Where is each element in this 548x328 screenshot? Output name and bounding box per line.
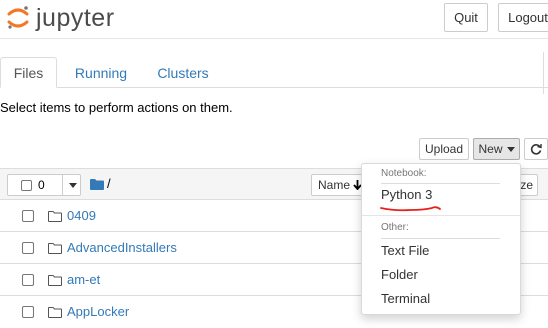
- jupyter-logo-icon: [7, 6, 29, 29]
- red-underline-annotation: [380, 206, 441, 212]
- menu-item-text-file[interactable]: Text File: [381, 243, 429, 258]
- menu-separator: [362, 215, 520, 216]
- refresh-icon: [530, 144, 542, 155]
- menu-item-folder[interactable]: Folder: [381, 267, 418, 282]
- folder-icon: [48, 210, 62, 225]
- file-link[interactable]: AdvancedInstallers: [67, 240, 177, 255]
- row-checkbox[interactable]: [22, 210, 34, 222]
- row-checkbox[interactable]: [22, 242, 34, 254]
- select-all-group[interactable]: 0: [7, 174, 81, 196]
- panel-edge: [543, 52, 544, 94]
- menu-item-python3[interactable]: Python 3: [381, 187, 432, 202]
- instructions-text: Select items to perform actions on them.: [0, 100, 233, 115]
- selected-count: 0: [38, 178, 45, 192]
- menu-item-terminal[interactable]: Terminal: [381, 291, 430, 306]
- new-button[interactable]: New: [473, 138, 520, 160]
- notebook-section-header: Notebook:: [381, 168, 427, 179]
- section-divider: [381, 238, 500, 239]
- jupyter-logo[interactable]: jupyter: [6, 4, 136, 32]
- other-section-header: Other:: [381, 222, 409, 233]
- select-menu-toggle[interactable]: [62, 175, 82, 195]
- folder-icon: [48, 306, 62, 321]
- sort-name-label: Name: [318, 178, 351, 192]
- breadcrumb-path[interactable]: /: [107, 176, 111, 191]
- sort-by-name-button[interactable]: Name: [311, 174, 367, 196]
- folder-icon: [48, 242, 62, 257]
- tab-files[interactable]: Files: [0, 57, 57, 88]
- caret-down-icon: [506, 146, 515, 152]
- select-all-checkbox[interactable]: [21, 179, 32, 191]
- logout-button[interactable]: Logout: [498, 3, 548, 32]
- row-checkbox[interactable]: [22, 274, 34, 286]
- tab-clusters[interactable]: Clusters: [150, 57, 216, 88]
- file-link[interactable]: am-et: [67, 272, 100, 287]
- caret-down-icon: [68, 182, 77, 188]
- section-divider: [381, 183, 500, 184]
- folder-icon: [48, 274, 62, 289]
- new-dropdown-menu: Notebook: Python 3 Other: Text File Fold…: [361, 163, 521, 315]
- folder-icon[interactable]: [90, 178, 104, 193]
- refresh-button[interactable]: [524, 138, 548, 160]
- file-link[interactable]: AppLocker: [67, 304, 129, 319]
- tab-running[interactable]: Running: [66, 57, 136, 88]
- upload-button[interactable]: Upload: [419, 138, 469, 160]
- new-button-label: New: [478, 142, 503, 156]
- logo-text: jupyter: [36, 4, 115, 32]
- file-link[interactable]: 0409: [67, 208, 96, 223]
- quit-button[interactable]: Quit: [444, 3, 488, 32]
- row-checkbox[interactable]: [22, 306, 34, 318]
